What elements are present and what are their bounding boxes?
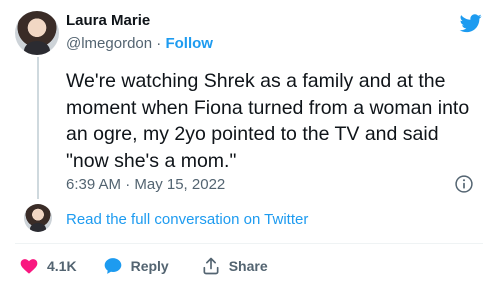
thread-line bbox=[37, 57, 39, 199]
share-button[interactable]: Share bbox=[201, 256, 268, 276]
reply-label: Reply bbox=[130, 258, 169, 274]
info-icon[interactable] bbox=[454, 174, 474, 194]
tweet-embed: Laura Marie @lmegordon · Follow We're wa… bbox=[0, 0, 498, 287]
read-conversation-link[interactable]: Read the full conversation on Twitter bbox=[66, 211, 308, 228]
action-bar: 4.1K Reply Share bbox=[19, 256, 292, 276]
author-name[interactable]: Laura Marie bbox=[66, 12, 150, 29]
reply-button[interactable]: Reply bbox=[103, 256, 169, 276]
tweet-timestamp[interactable]: 6:39 AM · May 15, 2022 bbox=[66, 176, 225, 193]
author-handle[interactable]: @lmegordon bbox=[66, 35, 152, 52]
heart-icon bbox=[20, 259, 38, 274]
follow-link[interactable]: Follow bbox=[165, 35, 213, 52]
tweet-text: We're watching Shrek as a family and at … bbox=[66, 70, 470, 172]
share-label: Share bbox=[228, 258, 268, 274]
divider bbox=[15, 243, 483, 244]
twitter-bird-icon[interactable] bbox=[458, 12, 484, 34]
like-count: 4.1K bbox=[47, 258, 77, 274]
share-icon bbox=[203, 257, 219, 275]
avatar[interactable] bbox=[15, 11, 59, 55]
handle-separator: · bbox=[156, 35, 162, 52]
author-handle-row: @lmegordon · Follow bbox=[66, 35, 213, 52]
reply-bubble-icon bbox=[104, 258, 121, 274]
like-button[interactable]: 4.1K bbox=[19, 256, 77, 276]
avatar-small[interactable] bbox=[24, 204, 52, 232]
